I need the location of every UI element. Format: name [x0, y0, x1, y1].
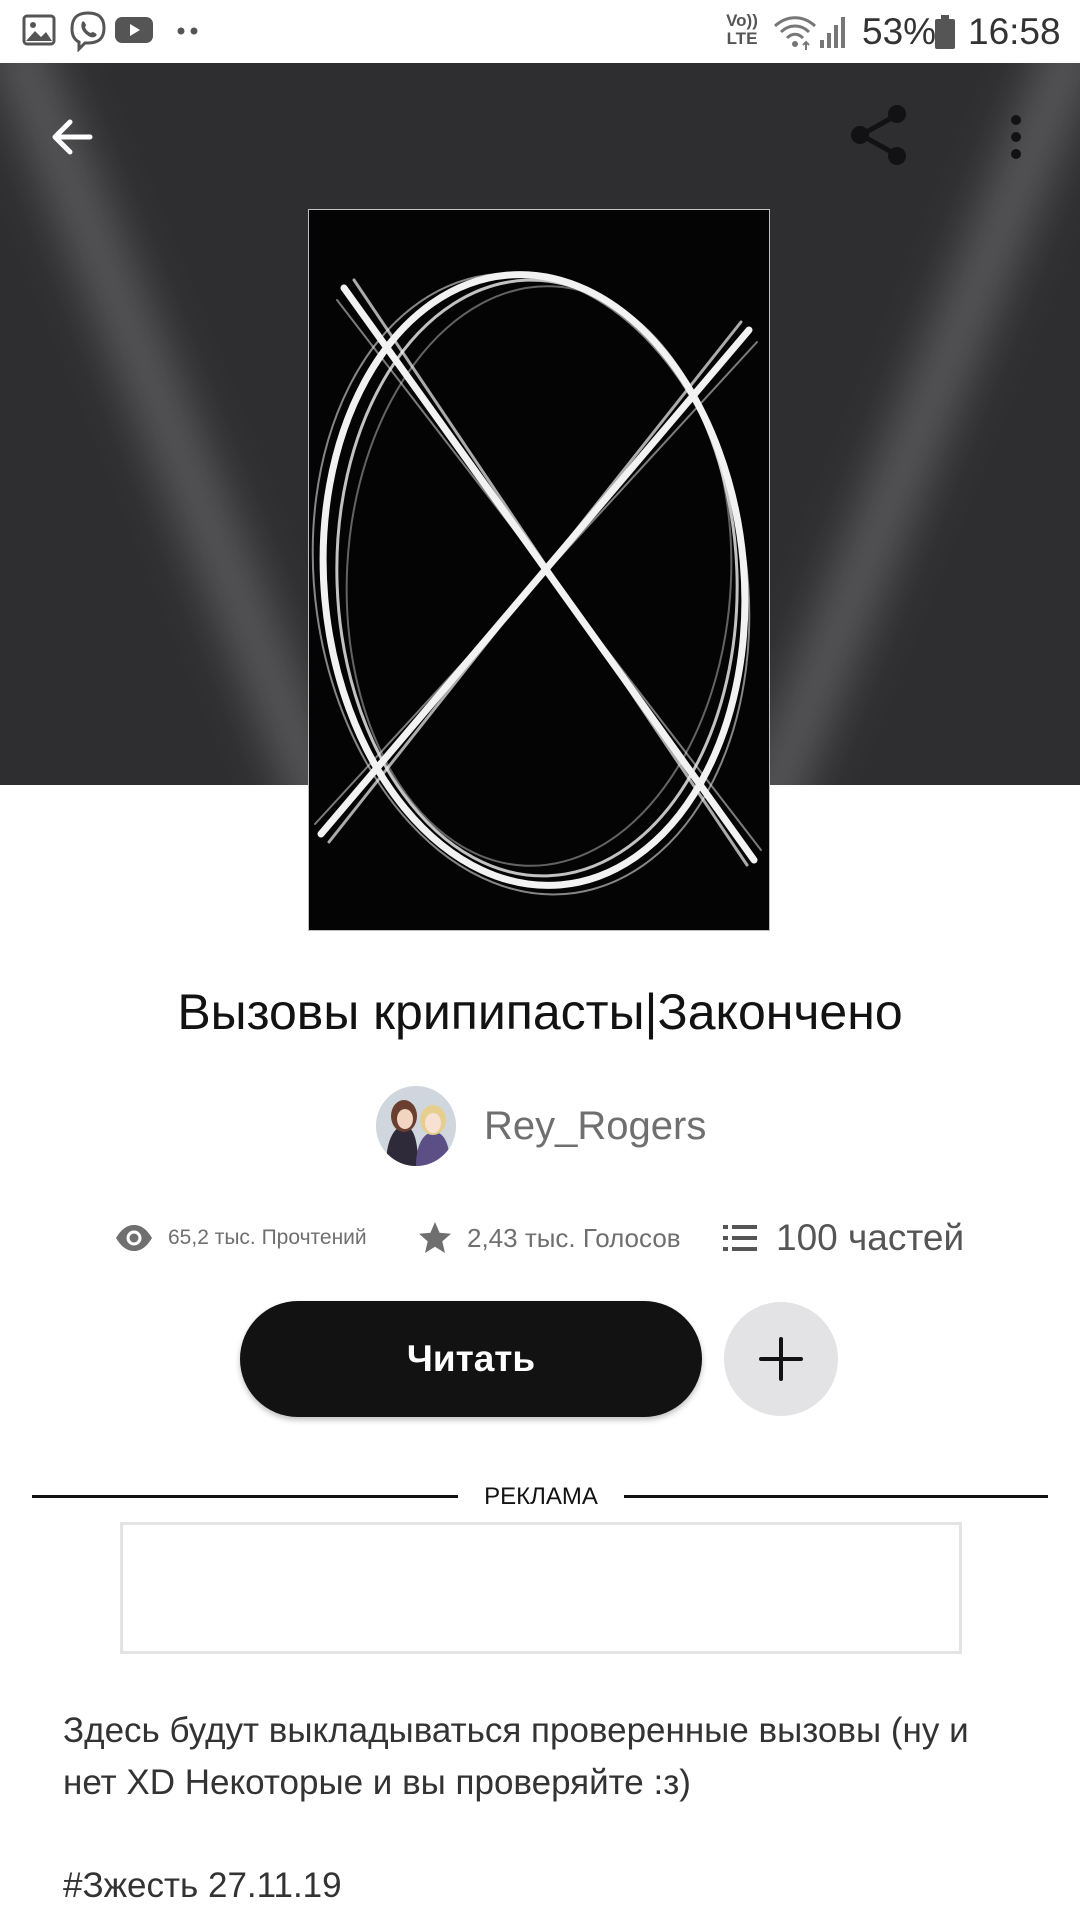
parts-stat[interactable]: 100 частей — [722, 1210, 964, 1266]
author-avatar[interactable] — [376, 1086, 456, 1166]
author-name[interactable]: Rey_Rogers — [484, 1102, 706, 1150]
cover-artwork — [311, 271, 762, 896]
arrow-left-icon — [52, 119, 93, 155]
battery-icon — [935, 15, 955, 49]
ad-divider-right — [624, 1495, 1048, 1498]
eye-icon — [114, 1224, 154, 1252]
ad-divider-left — [32, 1495, 458, 1498]
star-icon — [417, 1220, 453, 1256]
story-description: Здесь будут выкладываться проверенные вы… — [63, 1711, 969, 1802]
wifi-icon — [773, 16, 817, 50]
lte-indicator: Vo)) LTE — [726, 11, 758, 48]
ad-label: РЕКЛАМА — [484, 1483, 598, 1510]
votes-stat: 2,43 тыс. Голосов — [417, 1210, 681, 1266]
story-cover[interactable] — [309, 210, 769, 930]
share-button[interactable] — [843, 99, 915, 171]
parts-count: 100 частей — [776, 1217, 965, 1258]
add-to-library-button[interactable] — [724, 1302, 838, 1416]
read-button-label: Читать — [406, 1338, 536, 1379]
more-notifications-icon — [177, 27, 198, 35]
more-vertical-icon — [1011, 115, 1021, 159]
story-title: Вызовы крипипасты|Закончено — [177, 984, 903, 1040]
viber-icon — [70, 11, 106, 52]
story-details-screen: Vo)) LTE 53% 16:58 Вызовы крипипасты|Зак… — [0, 0, 1080, 1920]
ad-slot[interactable] — [120, 1522, 962, 1654]
plus-icon — [759, 1337, 803, 1381]
list-icon — [722, 1223, 758, 1253]
reads-stat: 65,2 тыс. Прочтений — [114, 1210, 367, 1266]
battery-percent: 53% — [862, 11, 937, 52]
back-button[interactable] — [36, 101, 108, 173]
votes-count: 2,43 тыс. Голосов — [467, 1222, 681, 1253]
signal-icon — [820, 17, 845, 48]
youtube-icon — [115, 17, 153, 43]
share-icon — [851, 105, 906, 165]
more-options-button[interactable] — [980, 101, 1052, 173]
gallery-icon — [22, 14, 56, 46]
author-link[interactable]: Rey_Rogers — [376, 1086, 706, 1166]
read-button[interactable]: Читать — [240, 1301, 702, 1417]
reads-count: 65,2 тыс. Прочтений — [168, 1226, 367, 1249]
clock: 16:58 — [968, 11, 1061, 52]
status-bar: Vo)) LTE 53% 16:58 — [0, 0, 1080, 63]
story-tags: #Зжесть 27.11.19 — [63, 1866, 342, 1905]
